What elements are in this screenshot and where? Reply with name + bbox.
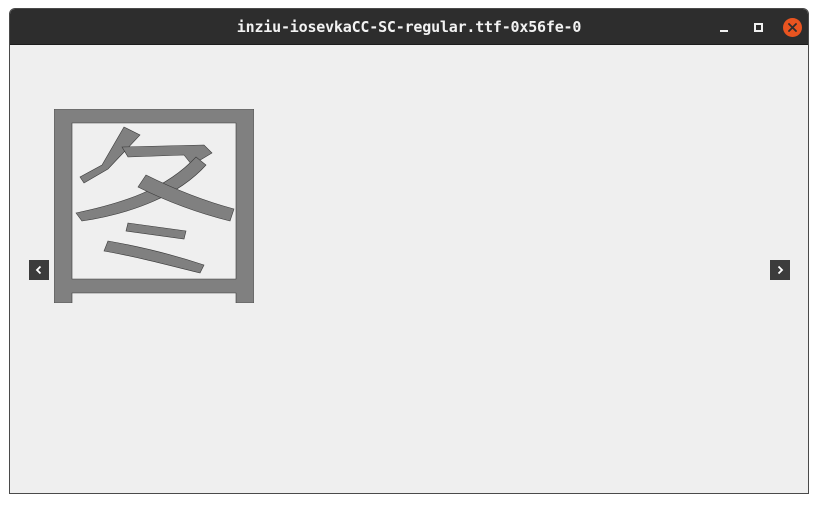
maximize-icon: [753, 22, 763, 32]
title-bar[interactable]: inziu-iosevkaCC-SC-regular.ttf-0x56fe-0: [10, 9, 808, 45]
window-title: inziu-iosevkaCC-SC-regular.ttf-0x56fe-0: [236, 18, 582, 36]
previous-image-button[interactable]: [29, 260, 49, 280]
image-canvas: [10, 45, 808, 493]
minimize-icon: [720, 30, 728, 32]
maximize-button[interactable]: [748, 17, 768, 37]
close-icon: [782, 17, 802, 37]
chevron-left-icon: [35, 265, 42, 275]
image-viewer-window: inziu-iosevkaCC-SC-regular.ttf-0x56fe-0: [9, 8, 809, 494]
close-button[interactable]: [782, 17, 802, 37]
chevron-right-icon: [777, 265, 784, 275]
glyph-0x56fe-icon: [53, 108, 255, 304]
next-image-button[interactable]: [770, 260, 790, 280]
minimize-button[interactable]: [714, 17, 734, 37]
